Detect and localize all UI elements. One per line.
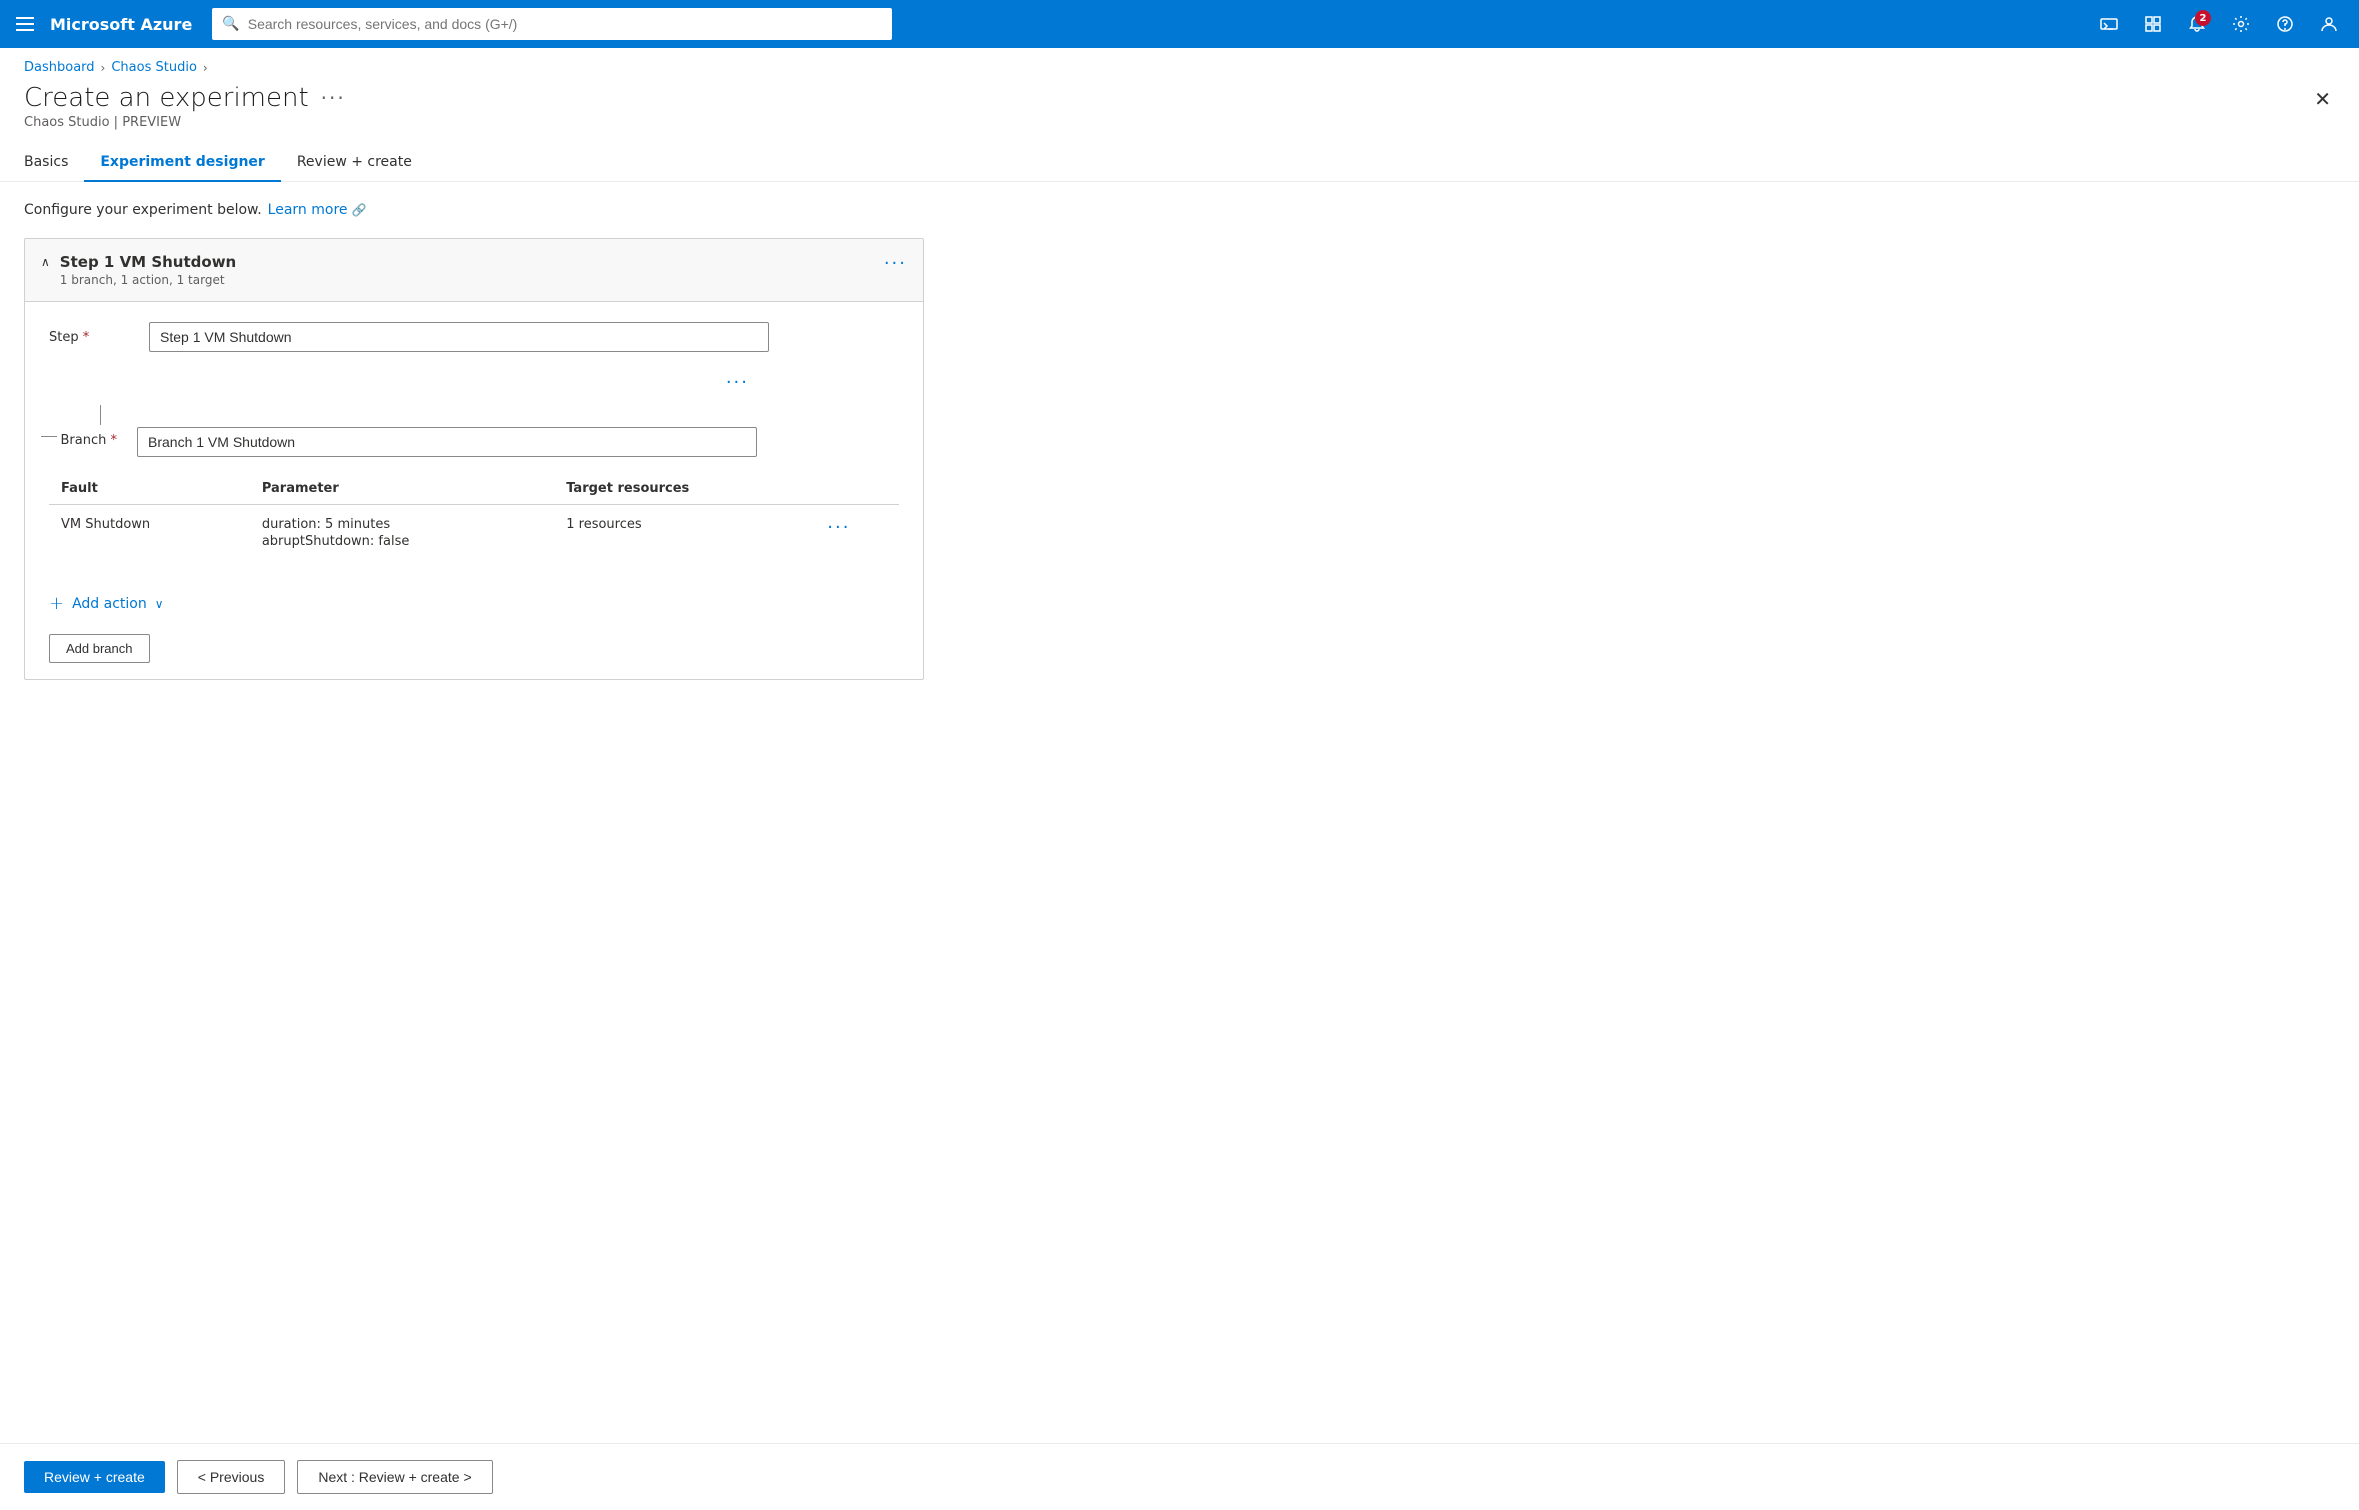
step-field-row: Step * bbox=[49, 322, 899, 352]
fault-table: Fault Parameter Target resources VM Shut… bbox=[49, 473, 899, 561]
row-more-cell: ··· bbox=[815, 505, 899, 562]
target-resources-cell: 1 resources bbox=[554, 505, 815, 562]
fault-table-header: Fault Parameter Target resources bbox=[49, 473, 899, 505]
step-more-dots-row: ··· bbox=[49, 372, 749, 393]
page-title-row: Create an experiment ··· bbox=[24, 83, 346, 113]
bottom-bar: Review + create < Previous Next : Review… bbox=[0, 1443, 2359, 1510]
step-title: Step 1 VM Shutdown bbox=[60, 253, 236, 271]
step-collapse-chevron[interactable]: ∧ bbox=[41, 255, 50, 269]
notifications-icon[interactable]: 2 bbox=[2179, 6, 2215, 42]
add-action-chevron-icon: ∨ bbox=[155, 597, 164, 611]
param-duration: duration: 5 minutes bbox=[262, 517, 542, 532]
step-required-star: * bbox=[83, 330, 90, 345]
azure-logo: Microsoft Azure bbox=[50, 15, 192, 34]
step-field-input[interactable] bbox=[149, 322, 769, 352]
add-action-row[interactable]: + Add action ∨ bbox=[25, 581, 923, 626]
cloud-shell-icon[interactable] bbox=[2091, 6, 2127, 42]
branch-required-star: * bbox=[111, 433, 118, 448]
help-icon[interactable] bbox=[2267, 6, 2303, 42]
tab-basics[interactable]: Basics bbox=[24, 146, 84, 182]
step-header-left: ∧ Step 1 VM Shutdown 1 branch, 1 action,… bbox=[41, 253, 236, 287]
add-branch-button[interactable]: Add branch bbox=[49, 634, 150, 663]
next-button[interactable]: Next : Review + create > bbox=[297, 1460, 492, 1494]
configure-description: Configure your experiment below. Learn m… bbox=[24, 202, 2335, 218]
add-action-label: Add action bbox=[72, 596, 147, 612]
notification-badge: 2 bbox=[2195, 10, 2211, 26]
step-actions-more-button[interactable]: ··· bbox=[726, 372, 749, 393]
review-create-button[interactable]: Review + create bbox=[24, 1461, 165, 1493]
fault-col-header: Fault bbox=[49, 473, 250, 505]
close-button[interactable]: ✕ bbox=[2310, 83, 2335, 115]
branch-horz-seg bbox=[41, 436, 57, 437]
fault-param-list: duration: 5 minutes abruptShutdown: fals… bbox=[262, 517, 542, 549]
branch-vert-line bbox=[100, 405, 101, 425]
tab-review-create[interactable]: Review + create bbox=[281, 146, 428, 182]
branch-field-label: Branch * bbox=[61, 425, 118, 448]
search-input[interactable] bbox=[248, 16, 883, 32]
portal-icon[interactable] bbox=[2135, 6, 2171, 42]
fault-table-body: VM Shutdown duration: 5 minutes abruptSh… bbox=[49, 505, 899, 562]
topbar-icons: 2 bbox=[2091, 6, 2347, 42]
previous-button[interactable]: < Previous bbox=[177, 1460, 286, 1494]
page-more-button[interactable]: ··· bbox=[321, 86, 346, 110]
target-col-header: Target resources bbox=[554, 473, 815, 505]
settings-icon[interactable] bbox=[2223, 6, 2259, 42]
topbar: Microsoft Azure 🔍 2 bbox=[0, 0, 2359, 48]
step-more-button[interactable]: ··· bbox=[884, 253, 907, 274]
breadcrumb-sep-2: › bbox=[203, 61, 208, 75]
account-icon[interactable] bbox=[2311, 6, 2347, 42]
external-link-icon: 🔗 bbox=[352, 203, 367, 217]
branch-row: Branch * bbox=[49, 397, 899, 457]
main-content: Dashboard › Chaos Studio › Create an exp… bbox=[0, 48, 2359, 1510]
param-abrupt: abruptShutdown: false bbox=[262, 534, 542, 549]
breadcrumb: Dashboard › Chaos Studio › bbox=[0, 48, 2359, 75]
breadcrumb-dashboard[interactable]: Dashboard bbox=[24, 60, 95, 75]
learn-more-link[interactable]: Learn more 🔗 bbox=[268, 202, 367, 218]
branch-horiz-line: Branch * bbox=[41, 425, 122, 448]
hamburger-menu[interactable] bbox=[12, 13, 38, 35]
fault-cell: VM Shutdown bbox=[49, 505, 250, 562]
breadcrumb-chaos-studio[interactable]: Chaos Studio bbox=[111, 60, 197, 75]
row-more-button[interactable]: ··· bbox=[827, 517, 850, 538]
tabs: Basics Experiment designer Review + crea… bbox=[0, 130, 2359, 182]
search-icon: 🔍 bbox=[222, 16, 239, 32]
branch-field-input[interactable] bbox=[137, 427, 757, 457]
page-title: Create an experiment bbox=[24, 83, 309, 113]
search-bar[interactable]: 🔍 bbox=[212, 8, 892, 40]
step-subtitle: 1 branch, 1 action, 1 target bbox=[60, 273, 236, 287]
parameter-cell: duration: 5 minutes abruptShutdown: fals… bbox=[250, 505, 554, 562]
actions-col-header bbox=[815, 473, 899, 505]
step-body: Step * ··· Branc bbox=[25, 302, 923, 581]
tab-experiment-designer[interactable]: Experiment designer bbox=[84, 146, 280, 182]
step-field-label: Step * bbox=[49, 322, 129, 345]
page-header-left: Create an experiment ··· Chaos Studio | … bbox=[24, 83, 346, 130]
parameter-col-header: Parameter bbox=[250, 473, 554, 505]
step-card: ∧ Step 1 VM Shutdown 1 branch, 1 action,… bbox=[24, 238, 924, 680]
content-area: Configure your experiment below. Learn m… bbox=[0, 182, 2359, 1443]
step-title-area: Step 1 VM Shutdown 1 branch, 1 action, 1… bbox=[60, 253, 236, 287]
page-subtitle: Chaos Studio | PREVIEW bbox=[24, 115, 346, 130]
page-header: Create an experiment ··· Chaos Studio | … bbox=[0, 75, 2359, 130]
table-row: VM Shutdown duration: 5 minutes abruptSh… bbox=[49, 505, 899, 562]
step-header: ∧ Step 1 VM Shutdown 1 branch, 1 action,… bbox=[25, 239, 923, 302]
add-action-plus-icon: + bbox=[49, 593, 64, 614]
breadcrumb-sep-1: › bbox=[101, 61, 106, 75]
branch-connector-area: Branch * bbox=[49, 397, 129, 448]
